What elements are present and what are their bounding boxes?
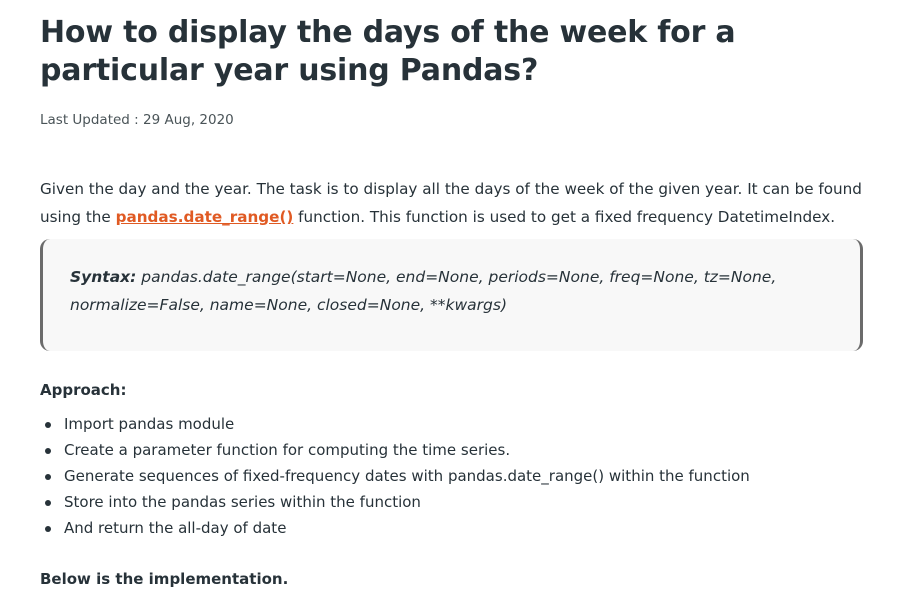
- implementation-heading: Below is the implementation.: [40, 570, 289, 588]
- pandas-date-range-link[interactable]: pandas.date_range(): [116, 208, 294, 226]
- list-item: Store into the pandas series within the …: [45, 489, 865, 515]
- approach-heading: Approach:: [40, 381, 127, 399]
- list-item: Create a parameter function for computin…: [45, 437, 865, 463]
- intro-text-after-link: function. This function is used to get a…: [293, 208, 836, 226]
- list-item: Generate sequences of fixed-frequency da…: [45, 463, 865, 489]
- approach-list: Import pandas module Create a parameter …: [40, 411, 865, 541]
- syntax-signature: pandas.date_range(start=None, end=None, …: [70, 268, 777, 314]
- intro-paragraph: Given the day and the year. The task is …: [40, 175, 865, 231]
- syntax-label: Syntax:: [70, 268, 137, 286]
- article: How to display the days of the week for …: [40, 0, 865, 593]
- last-updated: Last Updated : 29 Aug, 2020: [40, 112, 234, 128]
- page-title: How to display the days of the week for …: [40, 15, 736, 88]
- syntax-box: Syntax: pandas.date_range(start=None, en…: [40, 239, 863, 351]
- list-item: And return the all-day of date: [45, 515, 865, 541]
- list-item: Import pandas module: [45, 411, 865, 437]
